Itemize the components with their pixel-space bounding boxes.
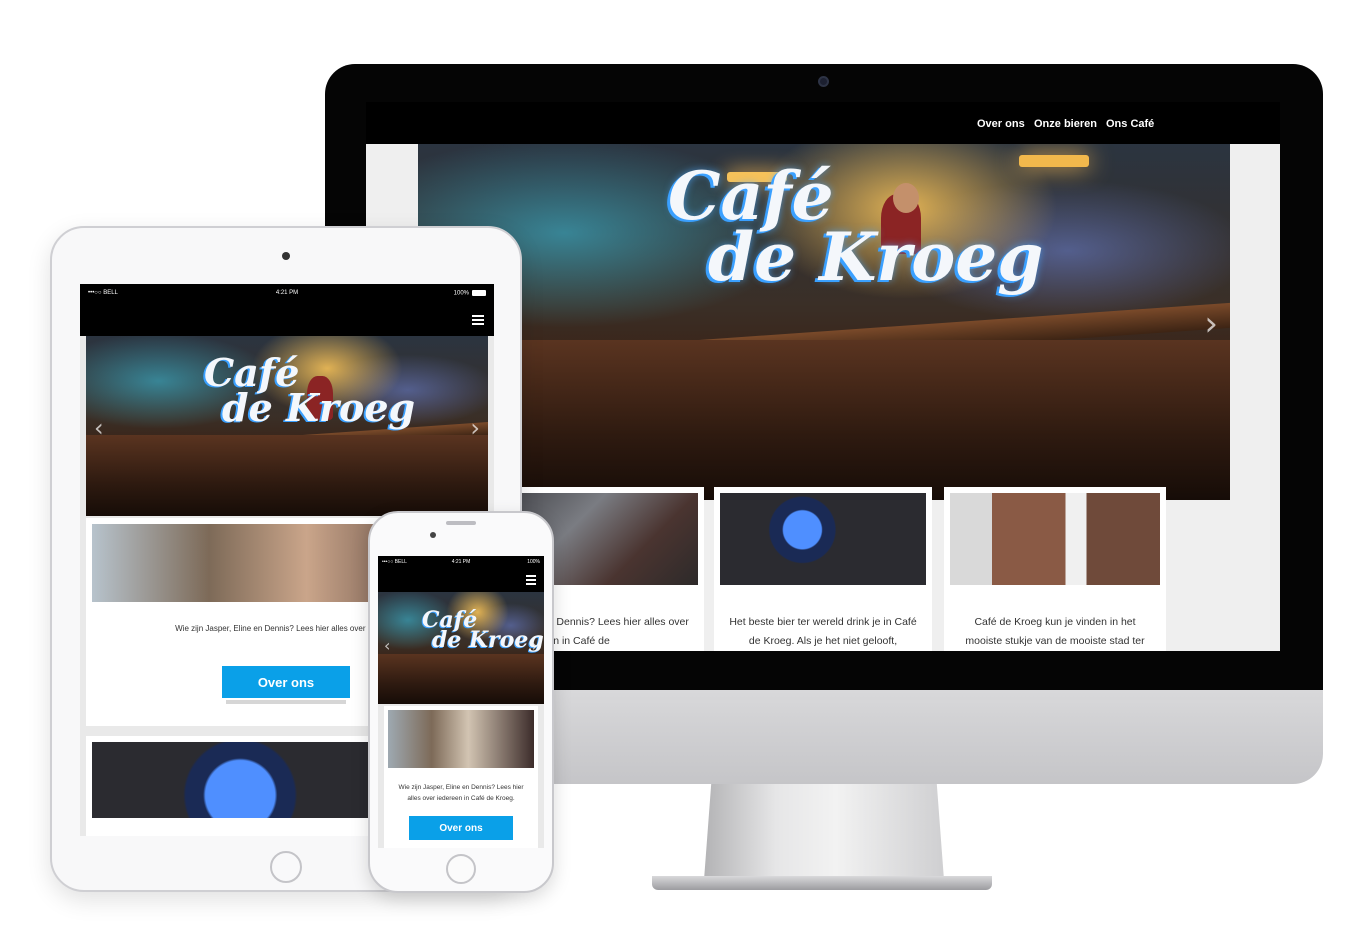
lamp-shape <box>1018 154 1089 167</box>
time-label: 4:21 PM <box>451 559 471 565</box>
beer-tap-photo <box>720 493 926 585</box>
card-ons-cafe[interactable]: Café de Kroeg kun je vinden in het moois… <box>944 487 1166 651</box>
over-ons-button[interactable]: Over ons <box>409 816 513 840</box>
card-onze-bieren[interactable]: Het beste bier ter wereld drink je in Ca… <box>714 487 932 651</box>
over-ons-button[interactable]: Over ons <box>222 666 350 698</box>
time-label: 4:21 PM <box>275 290 299 296</box>
hamburger-menu-icon[interactable] <box>526 575 536 585</box>
phone-website: •••○○ BELL 4:21 PM 100% Café de Kroeg ‹ … <box>378 556 544 848</box>
cafe-de-kroeg-logo: Café de Kroeg <box>422 607 544 654</box>
button-shadow <box>226 700 346 704</box>
battery-indicator: 100% <box>454 290 486 297</box>
camera-icon <box>282 252 290 260</box>
card-over-ons[interactable]: Wie zijn Jasper, Eline en Dennis? Lees h… <box>384 706 538 848</box>
slider-next-arrow-icon[interactable]: › <box>470 414 480 442</box>
speaker-grille <box>446 521 476 525</box>
cafe-de-kroeg-logo: Café de Kroeg <box>204 350 416 430</box>
nav-link-ons-cafe[interactable]: Ons Café <box>1106 118 1154 130</box>
battery-indicator: 100% <box>527 559 540 565</box>
slider-prev-arrow-icon[interactable]: ‹ <box>384 636 390 655</box>
bar-counter <box>378 653 544 704</box>
home-button <box>270 851 302 883</box>
slider-next-arrow-icon[interactable]: › <box>532 636 538 655</box>
nav-link-onze-bieren[interactable]: Onze bieren <box>1034 118 1097 130</box>
bar-counter <box>418 339 1230 500</box>
status-bar: •••○○ BELL 4:21 PM 100% <box>80 284 494 304</box>
phone-navbar <box>378 568 544 592</box>
card-text: Het beste bier ter wereld drink je in Ca… <box>729 616 917 647</box>
camera-icon <box>818 76 829 87</box>
status-bar: •••○○ BELL 4:21 PM 100% <box>378 556 544 568</box>
battery-icon <box>472 290 486 296</box>
cafe-de-kroeg-logo: Café de Kroeg <box>668 157 1044 296</box>
home-button <box>446 854 476 884</box>
slider-next-arrow-icon[interactable]: › <box>1204 304 1218 344</box>
imac-stand <box>704 784 944 880</box>
tablet-navbar <box>80 304 494 336</box>
imac-stand-foot <box>652 876 992 890</box>
slider-prev-arrow-icon[interactable]: ‹ <box>94 414 104 442</box>
card-text: Wie zijn Jasper, Eline en Dennis? Lees h… <box>398 784 524 802</box>
street-photo <box>950 493 1160 585</box>
team-photo <box>388 710 534 768</box>
desktop-navbar: Over ons Onze bieren Ons Café <box>366 102 1280 144</box>
nav-link-over-ons[interactable]: Over ons <box>977 118 1025 130</box>
front-camera-icon <box>430 532 436 538</box>
card-text: Café de Kroeg kun je vinden in het moois… <box>965 616 1145 647</box>
hero-slider[interactable]: Café de Kroeg ‹ › <box>86 336 488 516</box>
hamburger-menu-icon[interactable] <box>472 315 484 325</box>
hero-slider[interactable]: Café de Kroeg ‹ › <box>378 592 544 704</box>
bar-counter <box>86 435 488 516</box>
hero-slider[interactable]: Café de Kroeg › <box>418 144 1230 500</box>
